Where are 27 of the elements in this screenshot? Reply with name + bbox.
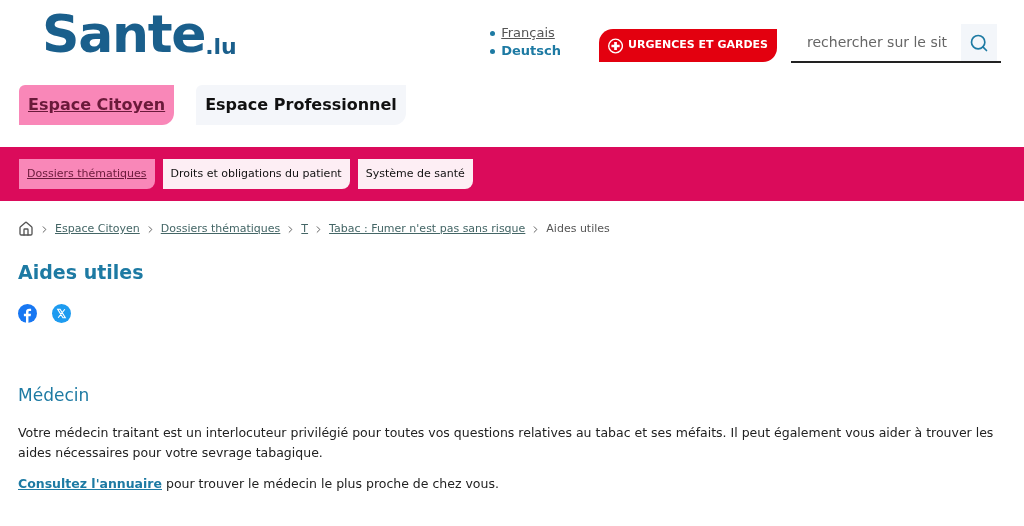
directory-link[interactable]: Consultez l'annuaire [18, 475, 162, 491]
page-title: Aides utiles [18, 259, 145, 285]
home-icon[interactable] [18, 221, 34, 238]
section-heading: Médecin [18, 384, 91, 407]
subnav-tab[interactable]: Droits et obligations du patient [162, 159, 350, 189]
subnav-tab[interactable]: Dossiers thématiques [19, 159, 155, 189]
breadcrumb-link[interactable]: Dossiers thématiques [160, 221, 281, 238]
emergency-button[interactable]: URGENCES ET GARDES [599, 29, 777, 62]
space-tab[interactable]: Espace Professionnel [196, 85, 406, 125]
x-logo-icon[interactable] [52, 304, 71, 323]
search-field[interactable]: rechercher sur le sit [791, 32, 961, 53]
bullet-icon [490, 48, 496, 54]
breadcrumb-current: Aides utiles [546, 221, 610, 237]
search-button[interactable] [961, 24, 997, 61]
search-icon [969, 32, 989, 53]
language-link[interactable]: Deutsch [501, 42, 561, 60]
breadcrumb-link[interactable]: Tabac : Fumer n'est pas sans risque [329, 221, 526, 238]
space-tab[interactable]: Espace Citoyen [19, 85, 175, 125]
facebook-icon[interactable] [18, 304, 37, 323]
bullet-icon [490, 30, 496, 36]
paragraph: Votre médecin traitant est un interlocuteur privilégié pour toutes vos questions relatives au tabac et ses méfaits. Il peut également vous aider à trouver les aides nécessaires pour votre sevrage tabagique. [18, 423, 994, 462]
paragraph: Consultez l'annuaire pour trouver le médecin le plus proche de chez vous. [18, 474, 500, 493]
breadcrumb-link[interactable]: Espace Citoyen [55, 221, 140, 238]
site-logo[interactable]: Sante.lu [42, 8, 237, 60]
language-link[interactable]: Français [501, 24, 555, 42]
subnav-tab[interactable]: Système de santé [357, 159, 473, 189]
breadcrumb-link[interactable]: T [301, 221, 309, 238]
